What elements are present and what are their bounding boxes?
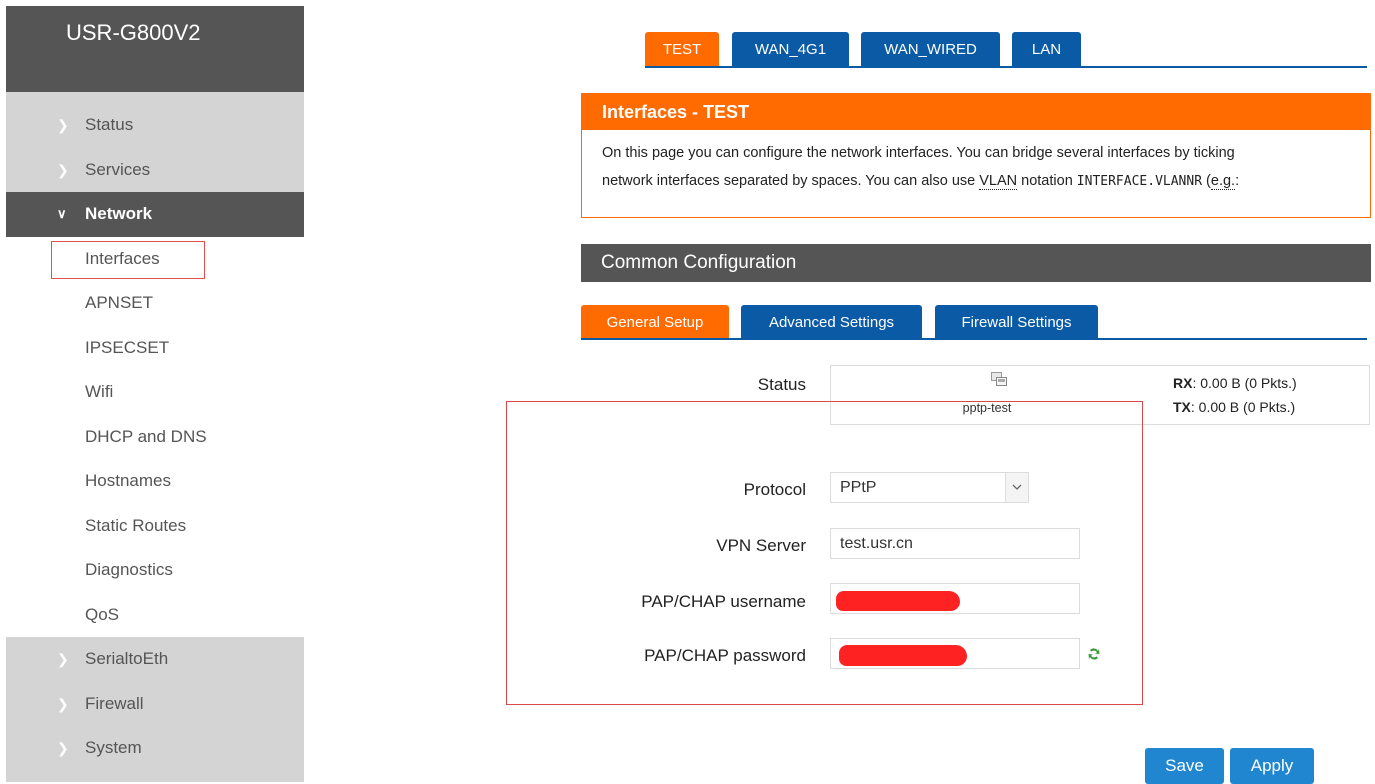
sidebar-item-label: Services <box>85 159 151 179</box>
vlan-notation-code: INTERFACE.VLANNR <box>1076 174 1203 189</box>
username-input[interactable] <box>830 583 1080 614</box>
rx-label: RX <box>1173 375 1193 391</box>
tab-general-setup[interactable]: General Setup <box>581 305 729 340</box>
network-device-icon <box>991 372 1007 386</box>
sidebar-item-label: SerialtoEth <box>85 649 169 668</box>
sidebar-item-label: System <box>85 738 142 757</box>
apply-button[interactable]: Apply <box>1230 748 1314 784</box>
tab-label: Advanced Settings <box>768 314 895 331</box>
subitem-label: Diagnostics <box>85 560 173 579</box>
sidebar-subitem-dhcp-dns[interactable]: DHCP and DNS <box>6 415 304 460</box>
tab-label: TEST <box>662 41 702 58</box>
tab-label: LAN <box>1031 41 1062 58</box>
info-text: network interfaces separated by spaces. … <box>602 173 980 189</box>
tab-lan[interactable]: LAN <box>1012 32 1081 67</box>
sidebar-item-label: Network <box>85 204 153 223</box>
subitem-label: APNSET <box>85 293 154 312</box>
brand-title: USR-G800V2 <box>66 20 201 45</box>
password-input[interactable] <box>830 638 1080 669</box>
chevron-right-icon: ❯ <box>57 117 69 133</box>
tx-value: : 0.00 B (0 Pkts.) <box>1190 399 1296 415</box>
sidebar-item-serialtoeth[interactable]: ❯ SerialtoEth <box>6 637 304 682</box>
chevron-right-icon: ❯ <box>57 161 69 178</box>
sidebar-subitem-apnset[interactable]: APNSET <box>6 281 304 326</box>
select-arrow-icon <box>1005 473 1028 502</box>
chevron-down-icon: ∨ <box>57 206 67 221</box>
sidebar-subitem-wifi[interactable]: Wifi <box>6 370 304 415</box>
sidebar: USR-G800V2 ❯ Status ❯ Services ∨ Network… <box>6 6 304 782</box>
tab-advanced-settings[interactable]: Advanced Settings <box>741 305 922 340</box>
sidebar-subitem-diagnostics[interactable]: Diagnostics <box>6 548 304 593</box>
vpn-server-label: VPN Server <box>716 536 806 555</box>
sidebar-item-firewall[interactable]: ❯ Firewall <box>6 682 304 727</box>
protocol-value: PPtP <box>840 479 877 496</box>
username-label: PAP/CHAP username <box>641 592 806 611</box>
interface-info-box: Interfaces - TEST On this page you can c… <box>581 93 1371 218</box>
protocol-label: Protocol <box>743 480 806 499</box>
subtabs-underline <box>581 338 1367 340</box>
subitem-label: Wifi <box>85 382 114 401</box>
sidebar-item-label: Firewall <box>85 693 144 713</box>
sidebar-item-system[interactable]: ❯ System <box>6 726 304 771</box>
tab-wan-4g1[interactable]: WAN_4G1 <box>732 32 849 67</box>
info-text: notation <box>1017 173 1077 189</box>
save-button[interactable]: Save <box>1145 748 1224 784</box>
rx-stat: RX: 0.00 B (0 Pkts.) <box>1173 375 1297 391</box>
status-label: Status <box>757 375 806 394</box>
sidebar-subitem-qos[interactable]: QoS <box>6 593 304 638</box>
sidebar-item-label: Status <box>85 115 134 134</box>
vpn-server-value: test.usr.cn <box>840 535 913 552</box>
info-description-line1: On this page you can configure the netwo… <box>602 145 1235 161</box>
chevron-right-icon: ❯ <box>57 740 69 756</box>
password-label: PAP/CHAP password <box>644 646 806 665</box>
sidebar-subitem-hostnames[interactable]: Hostnames <box>6 459 304 504</box>
tab-label: Firewall Settings <box>961 314 1072 331</box>
info-description-line2: network interfaces separated by spaces. … <box>582 173 1370 190</box>
tab-label: WAN_4G1 <box>754 41 827 58</box>
vpn-server-input[interactable]: test.usr.cn <box>830 528 1080 559</box>
subitem-label: QoS <box>85 604 120 624</box>
subitem-label: Interfaces <box>85 248 160 268</box>
brand-header: USR-G800V2 <box>6 6 304 92</box>
tab-test[interactable]: TEST <box>645 32 719 67</box>
info-text: : <box>1235 173 1240 189</box>
sidebar-menu: ❯ Status ❯ Services ∨ Network Interfaces… <box>6 103 304 771</box>
tx-stat: TX: 0.00 B (0 Pkts.) <box>1173 399 1295 415</box>
refresh-icon[interactable] <box>1087 646 1101 662</box>
chevron-right-icon: ❯ <box>57 695 69 712</box>
sidebar-item-status[interactable]: ❯ Status <box>6 103 304 148</box>
tabs-underline <box>645 66 1367 68</box>
chevron-right-icon: ❯ <box>57 651 69 667</box>
redaction-mark <box>839 645 967 666</box>
subitem-label: DHCP and DNS <box>85 426 207 446</box>
subitem-label: Static Routes <box>85 515 187 535</box>
network-submenu: Interfaces APNSET IPSECSET Wifi DHCP and… <box>6 236 304 638</box>
sidebar-item-network[interactable]: ∨ Network <box>6 192 304 237</box>
info-text: ( <box>1202 173 1211 189</box>
protocol-select[interactable]: PPtP <box>830 472 1029 503</box>
sidebar-subitem-ipsecset[interactable]: IPSECSET <box>6 326 304 371</box>
tab-label: General Setup <box>606 314 704 331</box>
tab-label: WAN_WIRED <box>884 41 977 58</box>
tx-label: TX <box>1173 399 1191 415</box>
eg-abbr: e.g. <box>1210 173 1236 190</box>
tab-wan-wired[interactable]: WAN_WIRED <box>861 32 1000 67</box>
sidebar-subitem-interfaces[interactable]: Interfaces <box>6 237 304 282</box>
redaction-mark <box>836 591 960 611</box>
rx-value: : 0.00 B (0 Pkts.) <box>1192 375 1297 391</box>
vlan-abbr: VLAN <box>979 173 1018 190</box>
subitem-label: Hostnames <box>85 471 171 490</box>
sidebar-subitem-static-routes[interactable]: Static Routes <box>6 504 304 549</box>
sidebar-item-services[interactable]: ❯ Services <box>6 148 304 193</box>
section-title: Common Configuration <box>581 244 1371 282</box>
subitem-label: IPSECSET <box>85 337 170 357</box>
tab-firewall-settings[interactable]: Firewall Settings <box>935 305 1098 340</box>
info-title: Interfaces - TEST <box>582 94 1370 130</box>
